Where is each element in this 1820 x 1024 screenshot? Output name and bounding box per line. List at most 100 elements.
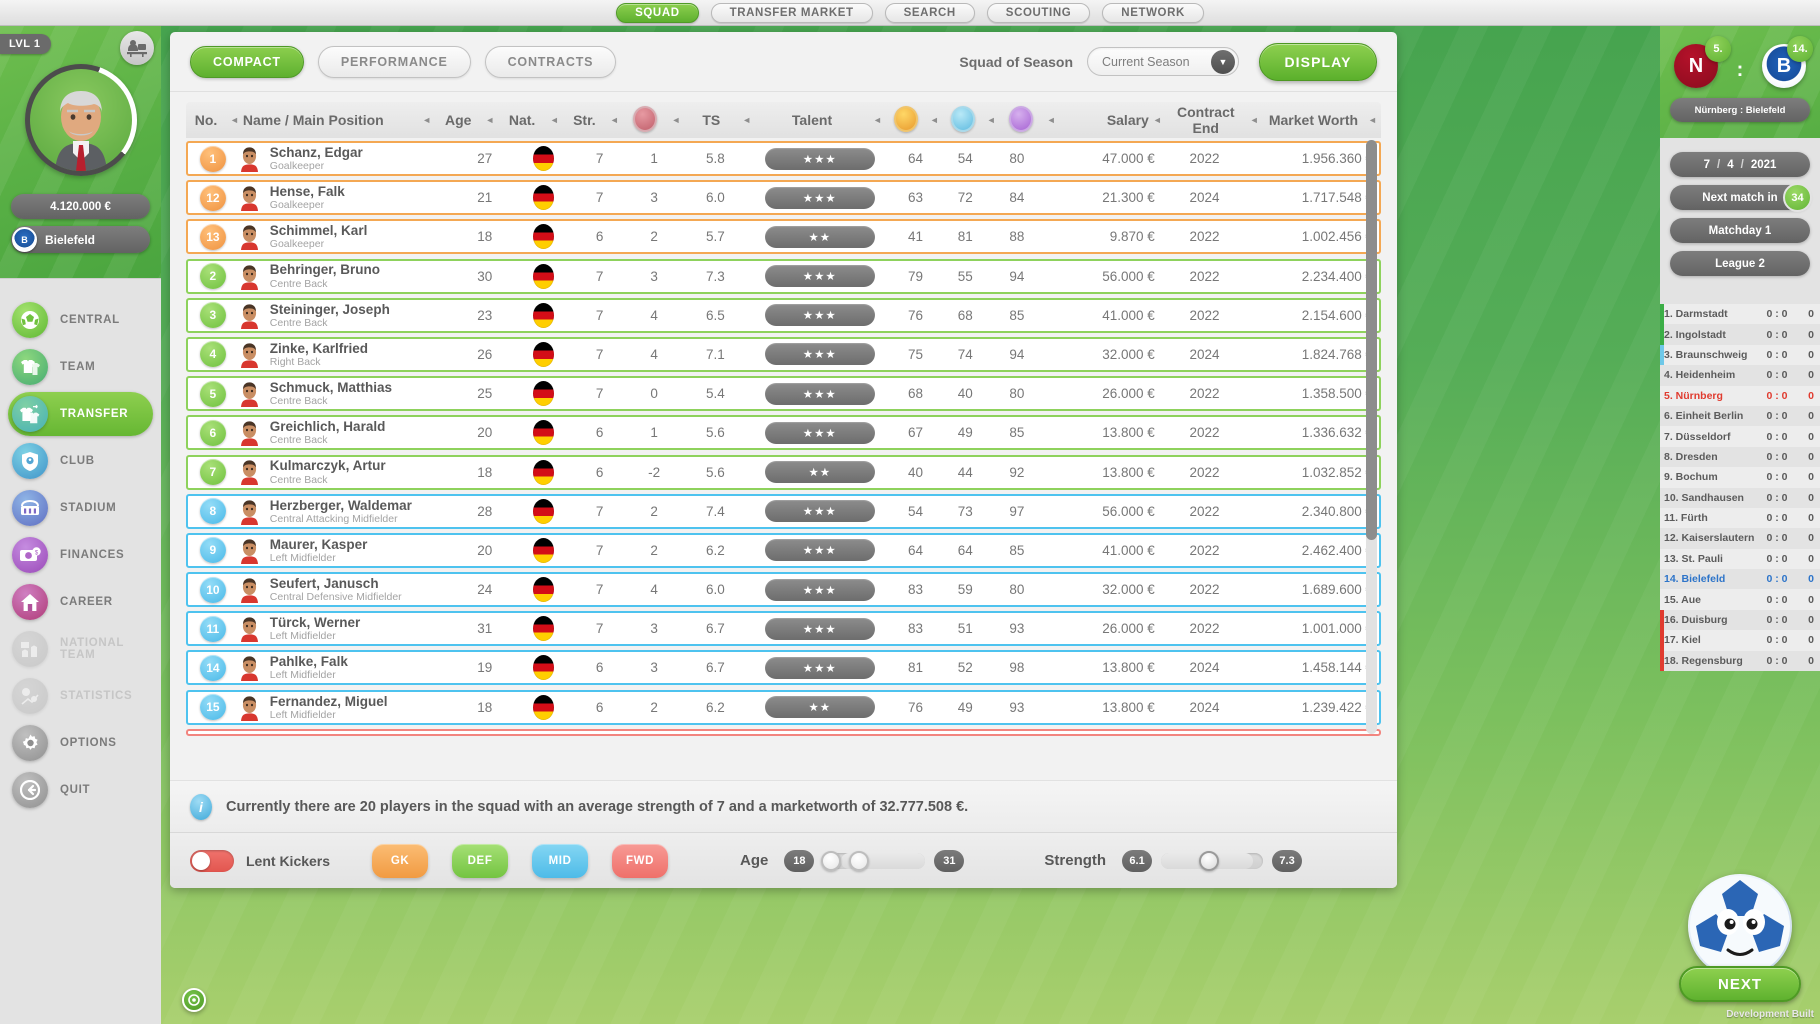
sort-arrow-worth-desc[interactable]: ◄ — [1364, 115, 1381, 125]
standings-row[interactable]: 13. St. Pauli0 : 00 — [1660, 549, 1820, 569]
sidebar-item-finances[interactable]: $FINANCES — [8, 533, 153, 577]
sort-arrow-nat[interactable]: ◄ — [481, 115, 498, 125]
position-filter-def[interactable]: DEF — [452, 844, 508, 878]
column-header-a1[interactable] — [886, 106, 926, 135]
table-row[interactable]: 9Maurer, KasperLeft Midfielder20726.2★★★… — [186, 533, 1381, 568]
matchday-label[interactable]: Matchday 1 — [1670, 218, 1810, 243]
standings-row[interactable]: 4. Heidenheim0 : 00 — [1660, 365, 1820, 385]
column-header-age[interactable]: Age — [435, 112, 481, 128]
standings-row[interactable]: 3. Braunschweig0 : 00 — [1660, 345, 1820, 365]
player-name-cell[interactable]: Behringer, BrunoCentre Back — [238, 262, 456, 289]
club-chip[interactable]: B Bielefeld — [11, 226, 150, 253]
table-row-partial[interactable] — [186, 729, 1381, 736]
column-header-no[interactable]: No. — [186, 112, 226, 128]
next-button[interactable]: NEXT — [1679, 966, 1801, 1002]
top-tab-transfer-market[interactable]: TRANSFER MARKET — [711, 3, 873, 23]
column-header-str[interactable]: Str. — [563, 112, 606, 128]
sidebar-item-transfer[interactable]: TRANSFER — [8, 392, 153, 436]
age-slider-handle-min[interactable] — [821, 851, 841, 871]
standings-row[interactable]: 2. Ingolstadt0 : 00 — [1660, 324, 1820, 344]
position-filter-fwd[interactable]: FWD — [612, 844, 668, 878]
sort-arrow-name[interactable]: ◄ — [226, 115, 243, 125]
sort-arrow-salary[interactable]: ◄ — [1043, 115, 1060, 125]
table-row[interactable]: 10Seufert, JanuschCentral Defensive Midf… — [186, 572, 1381, 607]
display-button[interactable]: DISPLAY — [1259, 43, 1377, 81]
sort-arrow-age[interactable]: ◄ — [418, 115, 435, 125]
sort-arrow-worth[interactable]: ◄ — [1246, 115, 1263, 125]
scrollbar-thumb[interactable] — [1366, 140, 1377, 540]
view-tab-compact[interactable]: COMPACT — [190, 46, 304, 78]
player-name-cell[interactable]: Türck, WernerLeft Midfielder — [238, 615, 456, 642]
table-scrollbar[interactable] — [1366, 140, 1377, 734]
sidebar-item-options[interactable]: OPTIONS — [8, 721, 153, 765]
player-name-cell[interactable]: Schanz, EdgarGoalkeeper — [238, 145, 456, 172]
sort-arrow-a1[interactable]: ◄ — [869, 115, 886, 125]
player-name-cell[interactable]: Hense, FalkGoalkeeper — [238, 184, 456, 211]
top-tab-scouting[interactable]: SCOUTING — [987, 3, 1091, 23]
sidebar-item-stadium[interactable]: STADIUM — [8, 486, 153, 530]
top-tab-search[interactable]: SEARCH — [885, 3, 975, 23]
table-row[interactable]: 5Schmuck, MatthiasCentre Back25705.4★★★6… — [186, 376, 1381, 411]
player-name-cell[interactable]: Fernandez, MiguelLeft Midfielder — [238, 694, 456, 721]
player-name-cell[interactable]: Schimmel, KarlGoalkeeper — [238, 223, 456, 250]
top-tab-network[interactable]: NETWORK — [1102, 3, 1204, 23]
age-slider-handle-max[interactable] — [849, 851, 869, 871]
standings-row[interactable]: 5. Nürnberg0 : 00 — [1660, 386, 1820, 406]
column-header-contract[interactable]: Contract End — [1166, 104, 1246, 136]
standings-row[interactable]: 18. Regensburg0 : 00 — [1660, 651, 1820, 671]
sidebar-item-club[interactable]: CLUB — [8, 439, 153, 483]
standings-row[interactable]: 7. Düsseldorf0 : 00 — [1660, 426, 1820, 446]
player-name-cell[interactable]: Pahlke, FalkLeft Midfielder — [238, 654, 456, 681]
sidebar-item-quit[interactable]: QUIT — [8, 768, 153, 812]
standings-row[interactable]: 6. Einheit Berlin0 : 00 — [1660, 406, 1820, 426]
sort-arrow-a3[interactable]: ◄ — [983, 115, 1000, 125]
table-row[interactable]: 8Herzberger, WaldemarCentral Attacking M… — [186, 494, 1381, 529]
table-row[interactable]: 12Hense, FalkGoalkeeper21736.0★★★6372842… — [186, 180, 1381, 215]
table-row[interactable]: 7Kulmarczyk, ArturCentre Back186-25.6★★4… — [186, 455, 1381, 490]
player-name-cell[interactable]: Kulmarczyk, ArturCentre Back — [238, 458, 456, 485]
table-row[interactable]: 2Behringer, BrunoCentre Back30737.3★★★79… — [186, 259, 1381, 294]
position-filter-gk[interactable]: GK — [372, 844, 428, 878]
column-header-fit[interactable] — [623, 106, 668, 135]
league-label[interactable]: League 2 — [1670, 251, 1810, 276]
player-name-cell[interactable]: Greichlich, HaraldCentre Back — [238, 419, 456, 446]
view-tab-contracts[interactable]: CONTRACTS — [485, 46, 617, 78]
standings-row[interactable]: 17. Kiel0 : 00 — [1660, 630, 1820, 650]
table-row[interactable]: 13Schimmel, KarlGoalkeeper18625.7★★41818… — [186, 219, 1381, 254]
sort-arrow-a2[interactable]: ◄ — [926, 115, 943, 125]
sort-arrow-talent[interactable]: ◄ — [738, 115, 755, 125]
season-select[interactable]: Current Season ▼ — [1087, 47, 1239, 76]
standings-row[interactable]: 1. Darmstadt0 : 00 — [1660, 304, 1820, 324]
column-header-a3[interactable] — [1000, 106, 1043, 135]
player-name-cell[interactable]: Maurer, KasperLeft Midfielder — [238, 537, 456, 564]
top-tab-squad[interactable]: SQUAD — [616, 3, 699, 23]
table-row[interactable]: 15Fernandez, MiguelLeft Midfielder18626.… — [186, 690, 1381, 725]
sidebar-item-career[interactable]: CAREER — [8, 580, 153, 624]
player-name-cell[interactable]: Herzberger, WaldemarCentral Attacking Mi… — [238, 498, 456, 525]
standings-row[interactable]: 15. Aue0 : 00 — [1660, 589, 1820, 609]
strength-range-slider[interactable] — [1161, 853, 1263, 869]
table-row[interactable]: 4Zinke, KarlfriedRight Back26747.1★★★757… — [186, 337, 1381, 372]
player-name-cell[interactable]: Schmuck, MatthiasCentre Back — [238, 380, 456, 407]
sidebar-item-team[interactable]: TEAM — [8, 345, 153, 389]
standings-row[interactable]: 14. Bielefeld0 : 00 — [1660, 569, 1820, 589]
column-header-ts[interactable]: TS — [684, 112, 738, 128]
standings-row[interactable]: 9. Bochum0 : 00 — [1660, 467, 1820, 487]
table-row[interactable]: 14Pahlke, FalkLeft Midfielder19636.7★★★8… — [186, 650, 1381, 685]
table-row[interactable]: 6Greichlich, HaraldCentre Back20615.6★★★… — [186, 415, 1381, 450]
view-tab-performance[interactable]: PERFORMANCE — [318, 46, 471, 78]
sort-arrow-ts[interactable]: ◄ — [667, 115, 684, 125]
sidebar-item-central[interactable]: CENTRAL — [8, 298, 153, 342]
column-header-name[interactable]: Name / Main Position — [243, 112, 418, 128]
strength-slider-handle[interactable] — [1199, 851, 1219, 871]
column-header-worth[interactable]: Market Worth — [1263, 112, 1364, 128]
lent-kickers-toggle[interactable] — [190, 850, 234, 872]
table-row[interactable]: 1Schanz, EdgarGoalkeeper27715.8★★★645480… — [186, 141, 1381, 176]
position-filter-mid[interactable]: MID — [532, 844, 588, 878]
sort-arrow-fit[interactable]: ◄ — [606, 115, 623, 125]
column-header-a2[interactable] — [943, 106, 983, 135]
player-name-cell[interactable]: Steininger, JosephCentre Back — [238, 302, 456, 329]
standings-row[interactable]: 12. Kaiserslautern0 : 00 — [1660, 528, 1820, 548]
column-header-nat[interactable]: Nat. — [498, 112, 546, 128]
column-header-talent[interactable]: Talent — [755, 112, 869, 128]
